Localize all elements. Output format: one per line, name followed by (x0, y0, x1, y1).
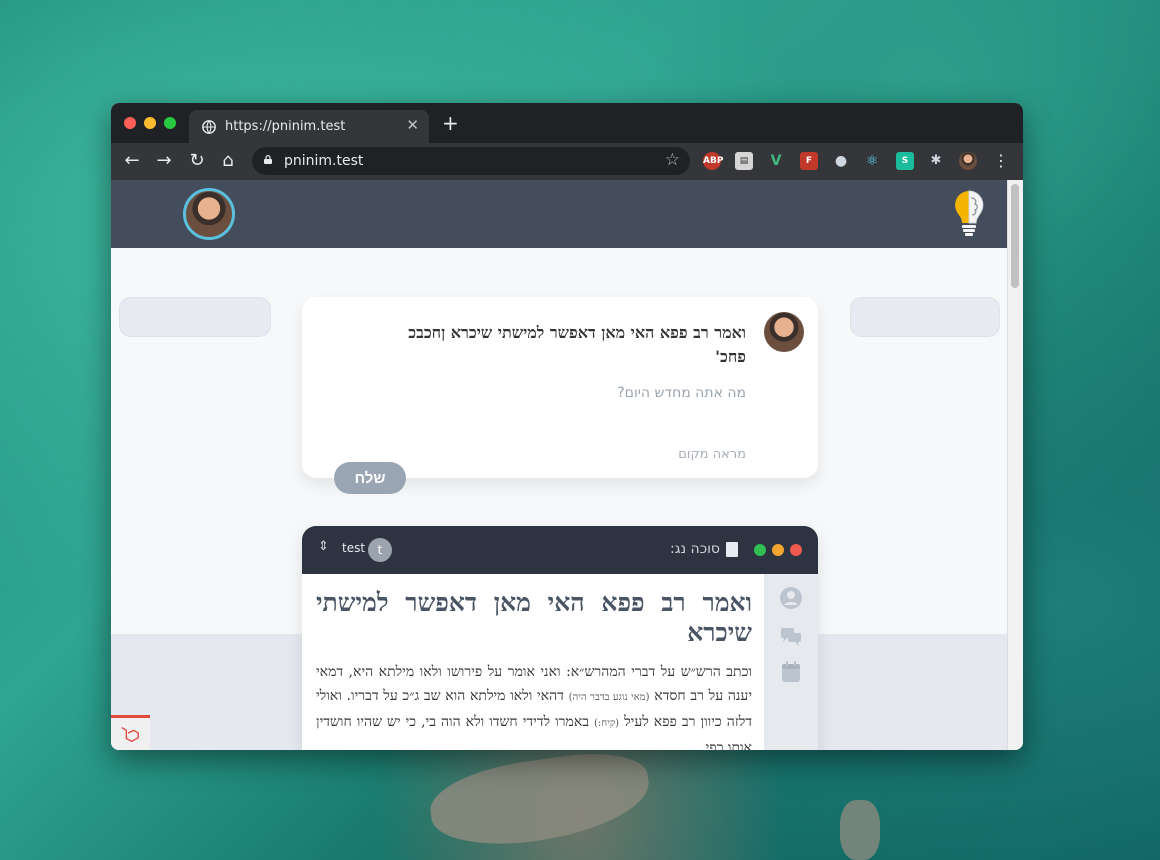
app-header (111, 180, 1008, 248)
s-extension-icon[interactable]: S (896, 152, 914, 170)
address-bar[interactable]: pninim.test ☆ (252, 147, 690, 175)
post-headline: ואמר רב פפא האי מאן דאפשר למישתי שיכרא (316, 588, 752, 647)
book-reference[interactable]: סוכה נג: (670, 541, 720, 557)
scrollbar-thumb[interactable] (1011, 184, 1019, 288)
calendar-icon[interactable] (779, 660, 803, 684)
page-scrollbar[interactable] (1007, 180, 1023, 750)
desktop-island (425, 745, 655, 855)
minimize-window-button[interactable] (144, 117, 156, 129)
browser-toolbar: ← → ↻ ⌂ pninim.test ☆ ABP ▤ V F ● ⚛ S ✱ … (111, 143, 1023, 180)
post-red-dot-icon (790, 544, 802, 556)
right-sidebar-pill[interactable] (850, 297, 1000, 337)
browser-window: https://pninim.test ✕ + ← → ↻ ⌂ pninim.t… (111, 103, 1023, 750)
vue-devtools-icon[interactable]: V (767, 152, 785, 170)
post-note-1: (מאי נוגע בדבר היה) (568, 692, 650, 703)
send-button[interactable]: שלח (334, 462, 406, 494)
comments-icon[interactable] (779, 624, 803, 648)
composer-text-line1: ואמר רב פפא האי מאן דאפשר למישתי שיכרא ן… (408, 323, 746, 342)
globe-icon (202, 120, 216, 134)
new-tab-button[interactable]: + (442, 111, 459, 135)
composer-text-line2: פחכ' (715, 347, 746, 366)
source-reference-input[interactable]: מראה מקום (678, 447, 746, 462)
profile-avatar[interactable] (959, 152, 977, 170)
post-card: סוכה נג: ⇕ test t ואמר רב פפא האי מאן דא… (302, 526, 818, 750)
menu-kebab-icon[interactable]: ⋮ (991, 151, 1011, 171)
tab-close-icon[interactable]: ✕ (406, 116, 419, 134)
browser-tab[interactable]: https://pninim.test ✕ (189, 110, 429, 143)
lock-icon (264, 155, 272, 164)
left-sidebar-pill[interactable] (119, 297, 271, 337)
page-content: ואמר רב פפא האי מאן דאפשר למישתי שיכרא ן… (111, 180, 1023, 750)
bookmark-star-icon[interactable]: ☆ (665, 150, 680, 170)
f-extension-icon[interactable]: F (800, 152, 818, 170)
reader-extension-icon[interactable]: ▤ (735, 152, 753, 170)
post-green-dot-icon (754, 544, 766, 556)
tab-bar: https://pninim.test ✕ + (111, 103, 1023, 143)
book-icon (726, 542, 738, 557)
laravel-debugbar-icon[interactable] (111, 715, 150, 750)
lightbulb-brain-logo-icon[interactable] (951, 188, 987, 238)
address-text: pninim.test (284, 153, 364, 169)
zoom-window-button[interactable] (164, 117, 176, 129)
reload-icon[interactable]: ↻ (187, 151, 207, 171)
composer-placeholder[interactable]: מה אתה מחדש היום? (617, 385, 746, 401)
post-paragraph: וכתב הרש״ש על דברי המהרש״א: ואני אומר על… (316, 660, 752, 750)
desktop-island-small (840, 800, 880, 860)
post-orange-dot-icon (772, 544, 784, 556)
user-avatar[interactable] (183, 188, 235, 240)
post-action-sidebar (764, 574, 818, 750)
close-window-button[interactable] (124, 117, 136, 129)
forward-arrow-icon[interactable]: → (154, 151, 174, 171)
composer-card: ואמר רב פפא האי מאן דאפשר למישתי שיכרא ן… (302, 297, 818, 478)
composer-textarea[interactable]: ואמר רב פפא האי מאן דאפשר למישתי שיכרא ן… (326, 321, 746, 369)
tab-title: https://pninim.test (225, 119, 346, 134)
abp-extension-icon[interactable]: ABP (703, 152, 723, 170)
laravel-logo-icon (121, 726, 139, 743)
face-extension-icon[interactable]: ● (832, 152, 850, 170)
post-note-2: (קיח:) (594, 718, 620, 729)
post-username[interactable]: test (342, 541, 365, 555)
react-devtools-icon[interactable]: ⚛ (863, 152, 881, 170)
user-circle-icon[interactable] (779, 586, 803, 610)
user-initial-badge[interactable]: t (368, 538, 392, 562)
sort-arrows-icon[interactable]: ⇕ (318, 539, 329, 554)
back-arrow-icon[interactable]: ← (122, 151, 142, 171)
composer-avatar (764, 312, 804, 352)
post-body: ואמר רב פפא האי מאן דאפשר למישתי שיכרא ו… (316, 588, 752, 750)
post-header: סוכה נג: ⇕ test t (302, 526, 818, 574)
puzzle-extension-icon[interactable]: ✱ (927, 152, 945, 170)
home-icon[interactable]: ⌂ (218, 151, 238, 171)
